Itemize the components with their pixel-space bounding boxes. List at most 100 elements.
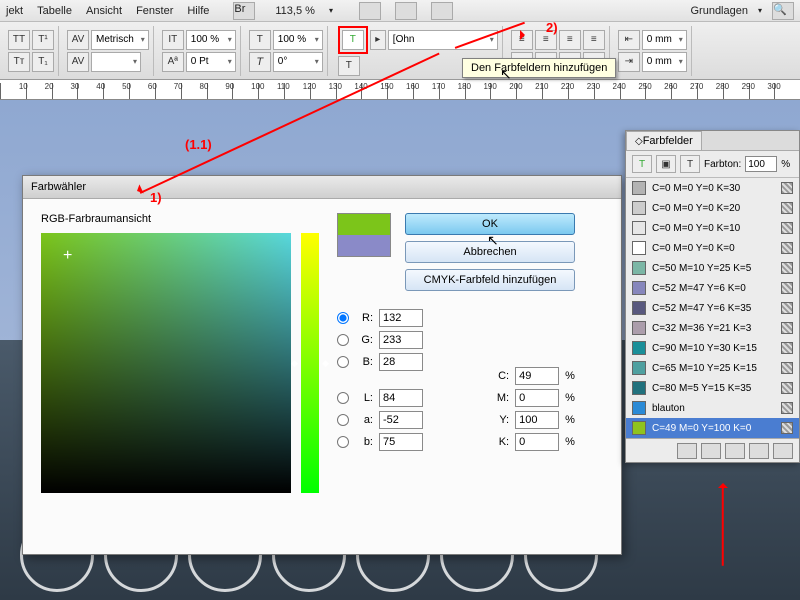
baseline-icon[interactable]: Aª (162, 52, 184, 72)
fill-proxy-icon[interactable]: T (632, 155, 652, 173)
swatch-list[interactable]: C=0 M=0 Y=0 K=30C=0 M=0 Y=0 K=20C=0 M=0 … (626, 178, 799, 438)
show-color-icon[interactable] (701, 443, 721, 459)
menu-item[interactable]: Ansicht (86, 5, 122, 17)
input-b2[interactable] (379, 433, 423, 451)
skew-input[interactable]: 0° (273, 52, 323, 72)
swatch-row[interactable]: C=49 M=0 Y=100 K=0 (626, 418, 799, 438)
swatch-name: C=32 M=36 Y=21 K=3 (652, 323, 775, 334)
vscale-input[interactable]: 100 % (186, 30, 236, 50)
color-field[interactable]: + (41, 233, 291, 493)
swatch-chip (632, 361, 646, 375)
swatch-chip (632, 381, 646, 395)
radio-a[interactable] (337, 414, 349, 426)
delete-swatch-icon[interactable] (773, 443, 793, 459)
indent-right-input[interactable]: 0 mm (642, 52, 687, 72)
menu-item[interactable]: Hilfe (187, 5, 209, 17)
swatch-row[interactable]: C=90 M=10 Y=30 K=15 (626, 338, 799, 358)
swatch-row[interactable]: C=32 M=36 Y=21 K=3 (626, 318, 799, 338)
swatch-select[interactable]: [Ohn (388, 30, 498, 50)
show-all-icon[interactable] (677, 443, 697, 459)
swatch-row[interactable]: C=52 M=47 Y=6 K=0 (626, 278, 799, 298)
horizontal-ruler: 0102030405060708090100110120130140150160… (0, 80, 800, 100)
radio-b2[interactable] (337, 436, 349, 448)
input-k[interactable] (515, 433, 559, 451)
hue-handle[interactable] (297, 361, 323, 367)
zoom-level[interactable]: 113,5 % (275, 5, 315, 17)
text-container-icon[interactable]: T (680, 155, 700, 173)
view-options-icon[interactable] (359, 2, 381, 20)
swatch-row[interactable]: C=0 M=0 Y=0 K=20 (626, 198, 799, 218)
input-y[interactable] (515, 411, 559, 429)
input-a[interactable] (379, 411, 423, 429)
ok-button[interactable]: OK (405, 213, 575, 235)
fill-toggle-icon[interactable]: ▸ (370, 30, 386, 50)
hscale-input[interactable]: 100 % (273, 30, 323, 50)
radio-b[interactable] (337, 356, 349, 368)
tracking-select[interactable] (91, 52, 141, 72)
input-l[interactable] (379, 389, 423, 407)
char-small-icon[interactable]: Tᴛ (8, 52, 30, 72)
text-fill-icon[interactable]: T (342, 30, 364, 50)
swatch-row[interactable]: C=52 M=47 Y=6 K=35 (626, 298, 799, 318)
input-m[interactable] (515, 389, 559, 407)
color-mode-icon (781, 202, 793, 214)
justify-icon[interactable]: ≡ (583, 30, 605, 50)
indent-left-icon[interactable]: ⇤ (618, 30, 640, 50)
align-right-icon[interactable]: ≡ (559, 30, 581, 50)
swatch-row[interactable]: blauton (626, 398, 799, 418)
hue-slider[interactable] (301, 233, 319, 493)
menu-item[interactable]: Fenster (136, 5, 173, 17)
label-c: C: (491, 370, 509, 382)
swatch-chip (632, 341, 646, 355)
swatch-name: C=0 M=0 Y=0 K=0 (652, 243, 775, 254)
swatches-tab[interactable]: ◇ Farbfelder (626, 131, 702, 150)
swatch-row[interactable]: C=50 M=10 Y=25 K=5 (626, 258, 799, 278)
vscale-icon[interactable]: IT (162, 30, 184, 50)
baseline-input[interactable]: 0 Pt (186, 52, 236, 72)
swatch-row[interactable]: C=0 M=0 Y=0 K=0 (626, 238, 799, 258)
color-preview (337, 213, 391, 257)
char-sub-icon[interactable]: T₁ (32, 52, 54, 72)
cancel-button[interactable]: Abbrechen (405, 241, 575, 263)
radio-l[interactable] (337, 392, 349, 404)
menu-item[interactable]: Tabelle (37, 5, 72, 17)
radio-g[interactable] (337, 334, 349, 346)
skew-icon[interactable]: T (249, 52, 271, 72)
input-c[interactable] (515, 367, 559, 385)
swatch-row[interactable]: C=0 M=0 Y=0 K=30 (626, 178, 799, 198)
kerning-select[interactable]: Metrisch (91, 30, 149, 50)
stroke-proxy-icon[interactable]: ▣ (656, 155, 676, 173)
input-g[interactable] (379, 331, 423, 349)
pct: % (565, 370, 575, 382)
menu-item[interactable]: jekt (6, 5, 23, 17)
text-stroke-icon[interactable]: T (338, 56, 360, 76)
kerning-icon[interactable]: AV (67, 30, 89, 50)
search-icon[interactable]: 🔍 (772, 2, 794, 20)
tint-input[interactable] (745, 156, 777, 172)
add-cmyk-swatch-button[interactable]: CMYK-Farbfeld hinzufügen (405, 269, 575, 291)
bridge-icon[interactable]: Br (233, 2, 255, 20)
swatch-row[interactable]: C=0 M=0 Y=0 K=10 (626, 218, 799, 238)
swatch-row[interactable]: C=80 M=5 Y=15 K=35 (626, 378, 799, 398)
dialog-titlebar[interactable]: Farbwähler (23, 176, 621, 199)
char-sup-icon[interactable]: T¹ (32, 30, 54, 50)
tracking-icon[interactable]: AV (67, 52, 89, 72)
color-mode-icon (781, 322, 793, 334)
radio-r[interactable] (337, 312, 349, 324)
label-r: R: (355, 312, 373, 324)
workspace-label[interactable]: Grundlagen (690, 5, 748, 17)
screen-mode-icon[interactable] (395, 2, 417, 20)
arrange-icon[interactable] (431, 2, 453, 20)
color-mode-icon (781, 262, 793, 274)
show-gradient-icon[interactable] (725, 443, 745, 459)
char-tt-icon[interactable]: TT (8, 30, 30, 50)
input-r[interactable] (379, 309, 423, 327)
swatch-name: C=90 M=10 Y=30 K=15 (652, 343, 775, 354)
input-b[interactable] (379, 353, 423, 371)
new-swatch-icon[interactable] (749, 443, 769, 459)
swatches-panel: ◇ Farbfelder T ▣ T Farbton: % C=0 M=0 Y=… (625, 130, 800, 463)
indent-right-icon[interactable]: ⇥ (618, 52, 640, 72)
swatch-row[interactable]: C=65 M=10 Y=25 K=15 (626, 358, 799, 378)
hscale-icon[interactable]: T (249, 30, 271, 50)
indent-left-input[interactable]: 0 mm (642, 30, 687, 50)
